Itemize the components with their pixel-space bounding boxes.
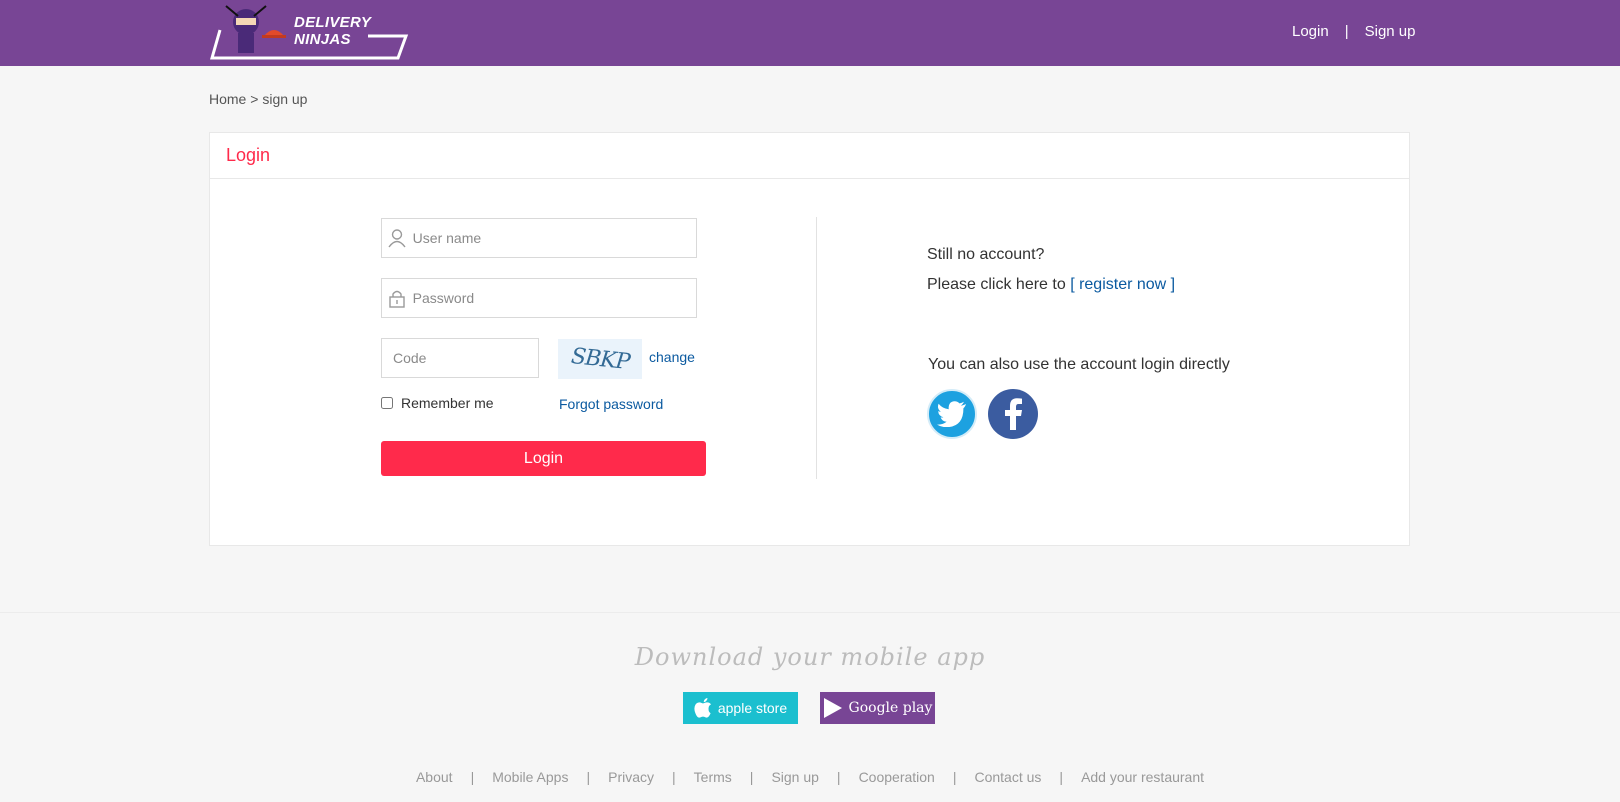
nav-separator: | bbox=[1344, 23, 1349, 40]
twitter-bird-icon bbox=[937, 401, 966, 427]
apple-store-button[interactable]: apple store bbox=[683, 692, 798, 724]
breadcrumb-current: sign up bbox=[262, 91, 308, 107]
header-login-link[interactable]: Login bbox=[1292, 23, 1329, 40]
footer-separator: | bbox=[749, 769, 754, 785]
password-field[interactable] bbox=[381, 278, 697, 318]
register-now-link[interactable]: [ register now ] bbox=[1070, 276, 1175, 293]
forgot-password-link[interactable]: Forgot password bbox=[559, 396, 663, 412]
site-header: DELIVERY NINJAS Login | Sign up bbox=[0, 0, 1620, 66]
download-app-title: Download your mobile app bbox=[634, 643, 986, 671]
header-signup-link[interactable]: Sign up bbox=[1365, 23, 1416, 40]
register-prompt: Please click here to [ register now ] bbox=[927, 276, 1175, 294]
footer-link-add-restaurant[interactable]: Add your restaurant bbox=[1081, 769, 1204, 785]
breadcrumb-separator: > bbox=[250, 91, 259, 107]
captcha-text: SBKP bbox=[569, 343, 631, 375]
remember-checkbox[interactable] bbox=[381, 397, 393, 409]
footer-separator: | bbox=[836, 769, 841, 785]
login-card: Login SBKP change Remember me Forgot pas… bbox=[209, 132, 1410, 546]
code-field[interactable] bbox=[381, 338, 539, 378]
footer-separator: | bbox=[952, 769, 957, 785]
footer-link-privacy[interactable]: Privacy bbox=[608, 769, 654, 785]
no-account-text: Still no account? bbox=[927, 246, 1045, 263]
code-input[interactable] bbox=[393, 339, 538, 377]
apple-store-label: apple store bbox=[717, 700, 788, 716]
remember-label: Remember me bbox=[401, 395, 494, 411]
lock-icon bbox=[382, 279, 413, 317]
card-title: Login bbox=[226, 145, 271, 165]
login-button[interactable]: Login bbox=[381, 441, 706, 476]
footer-separator: | bbox=[586, 769, 591, 785]
footer-link-cooperation[interactable]: Cooperation bbox=[859, 769, 935, 785]
username-input[interactable] bbox=[412, 219, 696, 257]
footer-separator: | bbox=[672, 769, 676, 785]
footer-nav: About | Mobile Apps | Privacy | Terms | Sign up |… bbox=[0, 769, 1620, 785]
site-footer: Download your mobile app apple store Goo… bbox=[0, 612, 1620, 802]
twitter-login-button[interactable] bbox=[927, 389, 977, 439]
register-prefix: Please click here to bbox=[927, 276, 1066, 293]
username-field[interactable] bbox=[381, 218, 697, 258]
captcha-change-link[interactable]: change bbox=[649, 349, 695, 365]
card-header: Login bbox=[210, 133, 1409, 179]
facebook-f-icon bbox=[1005, 398, 1022, 430]
footer-link-mobile-apps[interactable]: Mobile Apps bbox=[492, 769, 568, 785]
footer-link-terms[interactable]: Terms bbox=[694, 769, 732, 785]
footer-link-about[interactable]: About bbox=[416, 769, 453, 785]
captcha-image: SBKP bbox=[558, 339, 642, 379]
footer-separator: | bbox=[1059, 769, 1064, 785]
vertical-divider bbox=[816, 217, 817, 479]
footer-link-contact[interactable]: Contact us bbox=[974, 769, 1041, 785]
google-play-button[interactable]: Google play bbox=[820, 692, 935, 724]
user-icon bbox=[382, 219, 413, 257]
breadcrumb-home[interactable]: Home bbox=[209, 91, 246, 107]
google-play-icon bbox=[823, 698, 842, 718]
footer-link-signup[interactable]: Sign up bbox=[771, 769, 818, 785]
brand-name: DELIVERY NINJAS bbox=[294, 14, 371, 48]
footer-separator: | bbox=[470, 769, 475, 785]
site-logo[interactable]: DELIVERY NINJAS bbox=[208, 2, 418, 62]
social-login-text: You can also use the account login direc… bbox=[928, 356, 1230, 373]
apple-icon bbox=[694, 698, 711, 718]
google-play-label: Google play bbox=[848, 700, 933, 716]
password-input[interactable] bbox=[412, 279, 696, 317]
top-nav: Login | Sign up bbox=[1292, 23, 1415, 40]
breadcrumb: Home > sign up bbox=[209, 91, 307, 107]
facebook-login-button[interactable] bbox=[988, 389, 1038, 439]
remember-me[interactable]: Remember me bbox=[381, 395, 494, 411]
